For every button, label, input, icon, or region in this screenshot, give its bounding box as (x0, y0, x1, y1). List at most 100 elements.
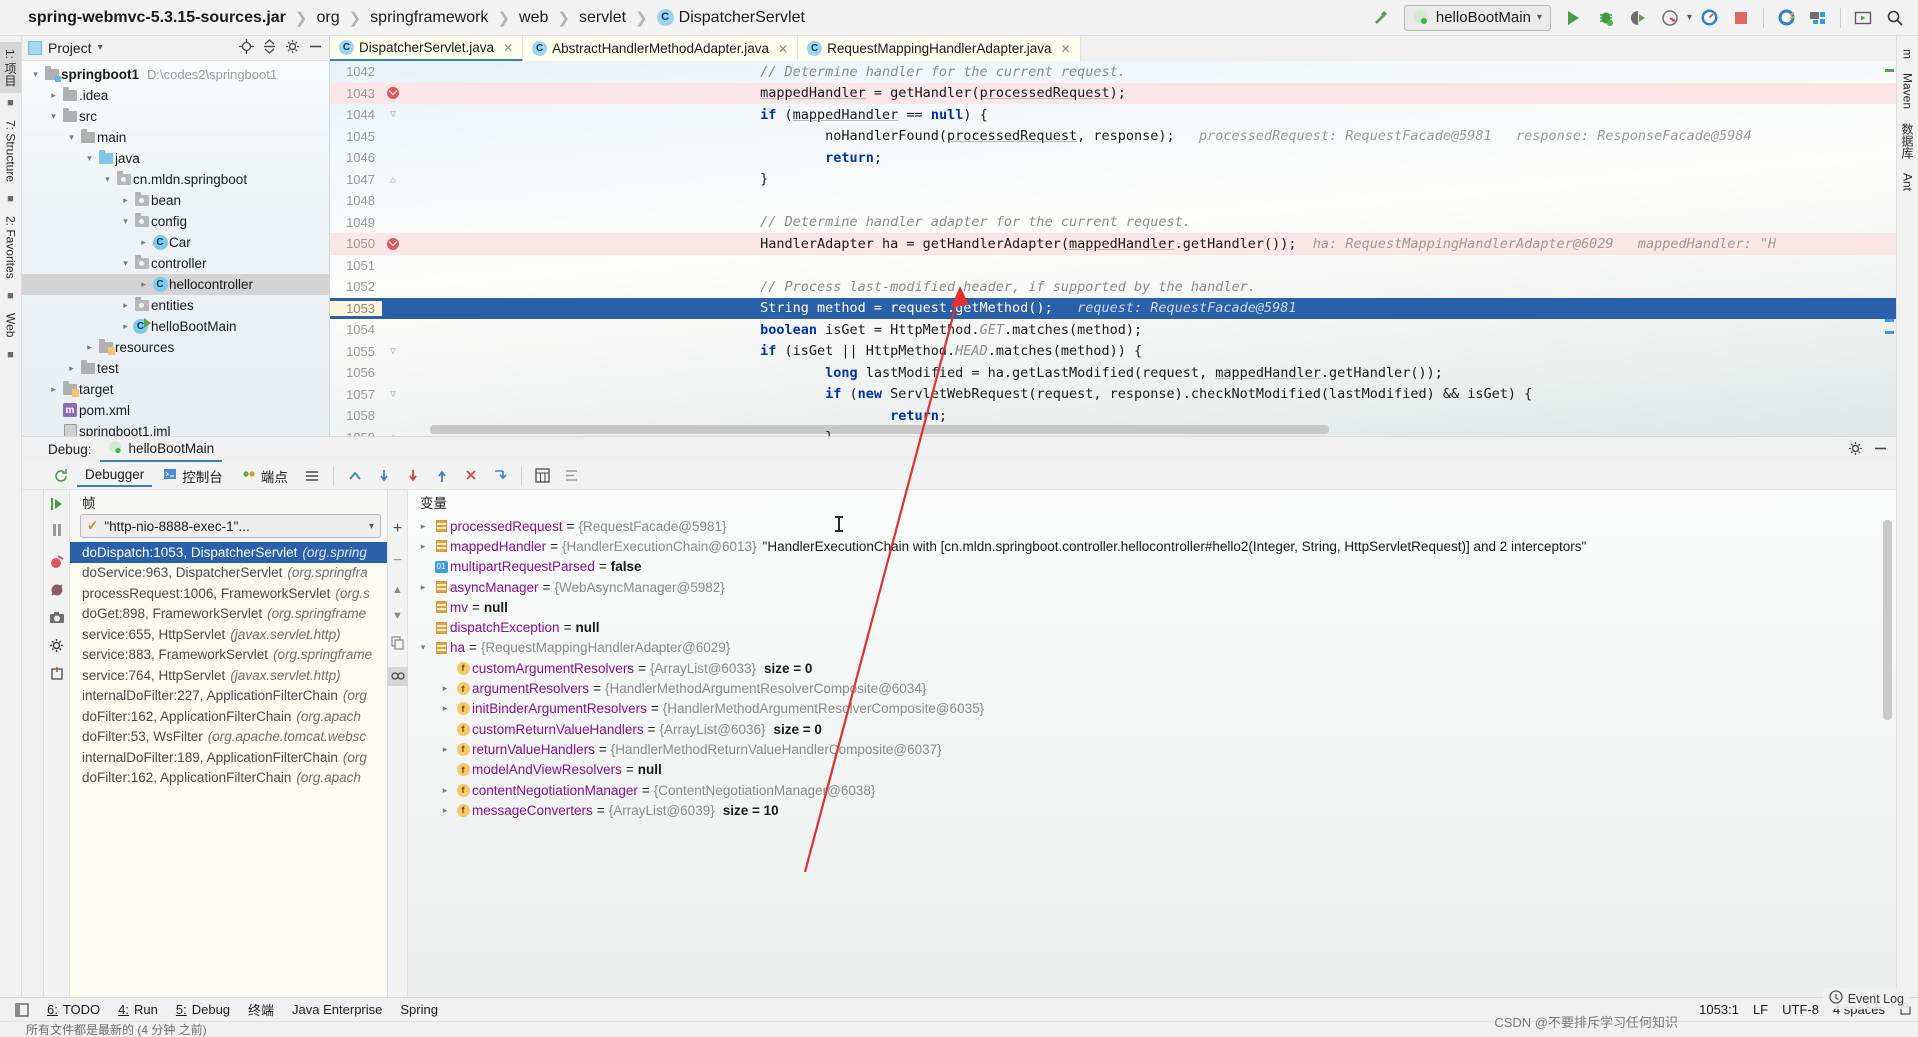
move-down-icon[interactable]: ▼ (392, 610, 403, 622)
project-tree-node[interactable]: ▾ main (22, 127, 329, 148)
code-line[interactable]: 1057 ▽ if (new ServletWebRequest(request,… (330, 384, 1896, 406)
remove-watch-icon[interactable]: − (393, 552, 402, 570)
gear-icon[interactable] (285, 39, 300, 57)
project-tree-node[interactable]: ▸ C Car (22, 232, 329, 253)
step-into-icon[interactable] (400, 465, 426, 487)
code-editor[interactable]: 1042 // Determine handler for the curren… (330, 61, 1896, 436)
mute-breakpoints-icon[interactable] (49, 582, 65, 601)
event-log-button[interactable]: Event Log (1822, 988, 1910, 1009)
variable-row[interactable]: ▸ asyncManager = {WebAsyncManager@5982} (408, 577, 1896, 597)
editor-marker-gutter[interactable] (1882, 61, 1896, 436)
variable-row[interactable]: ▸ f returnValueHandlers = {HandlerMethodRetu… (408, 739, 1896, 759)
sidebar-item-structure[interactable]: 7: Structure (2, 113, 20, 189)
chevron-right-icon[interactable]: ▸ (118, 321, 133, 332)
variable-row[interactable]: f modelAndViewResolvers = null (408, 760, 1896, 780)
code-line[interactable]: 1047 △ } (330, 169, 1896, 191)
variable-row[interactable]: ▸ f messageConverters = {ArrayList@6039} size… (408, 800, 1896, 820)
variable-row[interactable]: ▾ ha = {RequestMappingHandlerAdapter@6029} (408, 638, 1896, 658)
chevron-down-icon[interactable]: ▾ (1537, 12, 1542, 23)
project-tree-node[interactable]: ▾ cn.mldn.springboot (22, 169, 329, 190)
editor-tab-0[interactable]: C DispatcherServlet.java ✕ (330, 36, 524, 62)
breadcrumb-item-3[interactable]: web (517, 9, 550, 27)
chevron-down-icon[interactable]: ▾ (118, 216, 133, 227)
presentation-mode-icon[interactable] (1848, 4, 1878, 32)
project-tree-node[interactable]: ▾ controller (22, 253, 329, 274)
chevron-right-icon[interactable]: ▸ (414, 582, 432, 593)
stack-frame-row[interactable]: service:883, FrameworkServlet (org.spring… (70, 645, 387, 666)
gutter-breakpoint[interactable] (382, 237, 404, 250)
chevron-right-icon[interactable]: ▸ (414, 521, 432, 532)
project-tree-node[interactable]: ▾ config (22, 211, 329, 232)
attach-debugger-icon[interactable] (1771, 4, 1801, 32)
resume-program-icon[interactable] (49, 496, 65, 515)
sidebar-item-favorites[interactable]: 2: Favorites (2, 209, 20, 286)
code-line[interactable]: 1046 return; (330, 147, 1896, 169)
gutter-fold[interactable]: △ (382, 174, 404, 185)
sidebar-item-ant[interactable]: Ant (1899, 166, 1917, 198)
project-tree-node[interactable]: springboot1.iml (22, 421, 329, 436)
variable-row[interactable]: 01 multipartRequestParsed = false (408, 557, 1896, 577)
project-tree-node[interactable]: ▾ src (22, 106, 329, 127)
status-tab-debug[interactable]: 5: Debug (167, 1002, 239, 1017)
sidebar-item-database[interactable]: 数据库 (1897, 116, 1918, 166)
stack-frame-row[interactable]: internalDoFilter:189, ApplicationFilterC… (70, 747, 387, 768)
chevron-right-icon[interactable]: ▸ (436, 703, 454, 714)
caret-position[interactable]: 1053:1 (1699, 1002, 1739, 1017)
evaluate-expression-icon[interactable] (530, 465, 556, 487)
chevron-down-icon[interactable]: ▾ (118, 258, 133, 269)
project-tree-node[interactable]: ▸ Chellocontroller (22, 273, 329, 295)
variable-row[interactable]: f customReturnValueHandlers = {ArrayList@60… (408, 719, 1896, 739)
breadcrumb-item-5[interactable]: C DispatcherServlet (655, 9, 807, 27)
hide-icon[interactable] (308, 39, 323, 57)
stack-frame-row[interactable]: doFilter:53, WsFilter (org.apache.tomcat.… (70, 727, 387, 748)
status-tab-run[interactable]: 4: Run (109, 1002, 167, 1017)
chevron-right-icon[interactable]: ▸ (118, 300, 133, 311)
project-tree-node[interactable]: ▸ bean (22, 190, 329, 211)
add-watch-icon[interactable]: + (393, 520, 402, 538)
status-tab-terminal[interactable]: 终端 (239, 1000, 283, 1019)
close-icon[interactable]: ✕ (503, 41, 513, 55)
rail-item-m[interactable]: m (1899, 42, 1917, 66)
tab-console[interactable]: 控制台 (155, 463, 231, 489)
attach-profiler-icon[interactable] (1694, 4, 1724, 32)
debug-icon[interactable] (1591, 4, 1621, 32)
chevron-down-icon[interactable]: ▾ (46, 111, 61, 122)
close-icon[interactable]: ✕ (1060, 42, 1070, 56)
chevron-down-icon[interactable]: ▾ (100, 174, 115, 185)
project-tree-node[interactable]: ▸ resources (22, 337, 329, 358)
variable-row[interactable]: ▸ mappedHandler = {HandlerExecutionChain@60… (408, 536, 1896, 556)
code-line[interactable]: 1058 return; (330, 405, 1896, 427)
stack-frame-row[interactable]: doService:963, DispatcherServlet (org.spr… (70, 563, 387, 584)
copy-icon[interactable] (390, 636, 405, 653)
code-line[interactable]: 1056 long lastModified = ha.getLastModif… (330, 362, 1896, 384)
variables-scrollbar[interactable] (1883, 520, 1892, 720)
drop-frame-icon[interactable] (487, 465, 513, 487)
chevron-down-icon-thread[interactable]: ▾ (369, 521, 374, 532)
project-tree-node[interactable]: ▸ ChelloBootMain (22, 316, 329, 337)
project-tree[interactable]: ▾ springboot1 D:\codes2\springboot1 ▸ .idea ▾… (22, 61, 329, 436)
stack-frame-row[interactable]: doGet:898, FrameworkServlet (org.springfr… (70, 604, 387, 625)
chevron-right-icon[interactable]: ▸ (436, 785, 454, 796)
step-out-icon[interactable] (429, 465, 455, 487)
stack-frame-row[interactable]: internalDoFilter:227, ApplicationFilterC… (70, 686, 387, 707)
rerun-icon[interactable] (48, 465, 74, 487)
settings-icon-debug[interactable] (49, 638, 65, 657)
code-line[interactable]: 1059 △ } (330, 427, 1896, 436)
sidebar-item-maven[interactable]: Maven (1899, 66, 1917, 116)
gutter-fold[interactable]: △ (382, 432, 404, 436)
gutter-fold[interactable]: ▽ (382, 109, 404, 120)
code-line[interactable]: 1044 ▽ if (mappedHandler == null) { (330, 104, 1896, 126)
project-tree-node[interactable]: ▸ test (22, 358, 329, 379)
breadcrumb-item-4[interactable]: servlet (577, 9, 628, 27)
chevron-right-icon[interactable]: ▸ (136, 237, 151, 248)
tab-debugger[interactable]: Debugger (77, 464, 153, 487)
gear-icon-debug[interactable] (1848, 441, 1863, 459)
step-over-icon[interactable] (371, 465, 397, 487)
breadcrumb-item-2[interactable]: springframework (368, 9, 490, 27)
stack-frame-row[interactable]: doFilter:162, ApplicationFilterChain (org… (70, 768, 387, 789)
gutter-fold[interactable]: ▽ (382, 346, 404, 357)
stack-frame-row[interactable]: doFilter:162, ApplicationFilterChain (org… (70, 706, 387, 727)
chevron-down-icon[interactable]: ▾ (64, 132, 79, 143)
hide-tool-windows-icon[interactable] (6, 1002, 38, 1017)
hide-icon-debug[interactable] (1873, 441, 1888, 459)
